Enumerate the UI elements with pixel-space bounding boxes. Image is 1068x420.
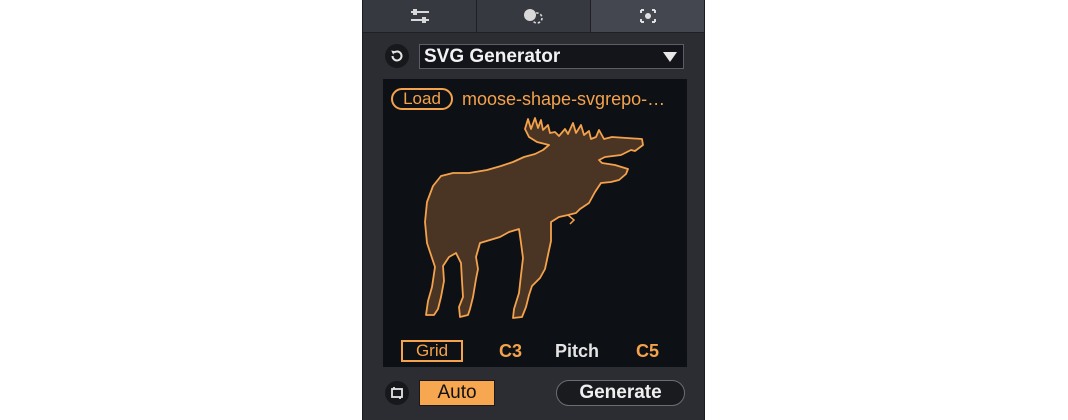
moose-silhouette [424,117,644,319]
generator-select[interactable]: SVG Generator [419,44,684,69]
loop-icon [391,387,403,399]
reset-button[interactable] [385,44,409,68]
shapes-icon [523,9,543,24]
load-button[interactable]: Load [391,88,453,110]
tab-sliders[interactable] [363,0,477,33]
pitch-high-value[interactable]: C5 [636,341,659,361]
target-icon [639,9,656,23]
svg-display: Load moose-shape-svgrepo-… Grid C3 Pitch… [383,79,687,367]
file-name: moose-shape-svgrepo-… [462,89,666,109]
tab-shapes[interactable] [477,0,591,33]
pitch-low-value[interactable]: C3 [499,341,522,361]
grid-toggle[interactable]: Grid [401,340,463,362]
auto-button[interactable]: Auto [419,380,495,406]
tab-bar [363,0,704,34]
tab-target[interactable] [591,0,704,33]
reset-icon [391,50,403,62]
generate-button[interactable]: Generate [556,380,685,406]
device-panel: SVG Generator Load moose-shape-svgrepo-…… [362,0,705,420]
chevron-down-icon [663,52,677,62]
pitch-label: Pitch [555,341,600,361]
generator-select-value: SVG Generator [424,46,561,67]
loop-button[interactable] [385,381,409,405]
sliders-icon [410,9,429,23]
